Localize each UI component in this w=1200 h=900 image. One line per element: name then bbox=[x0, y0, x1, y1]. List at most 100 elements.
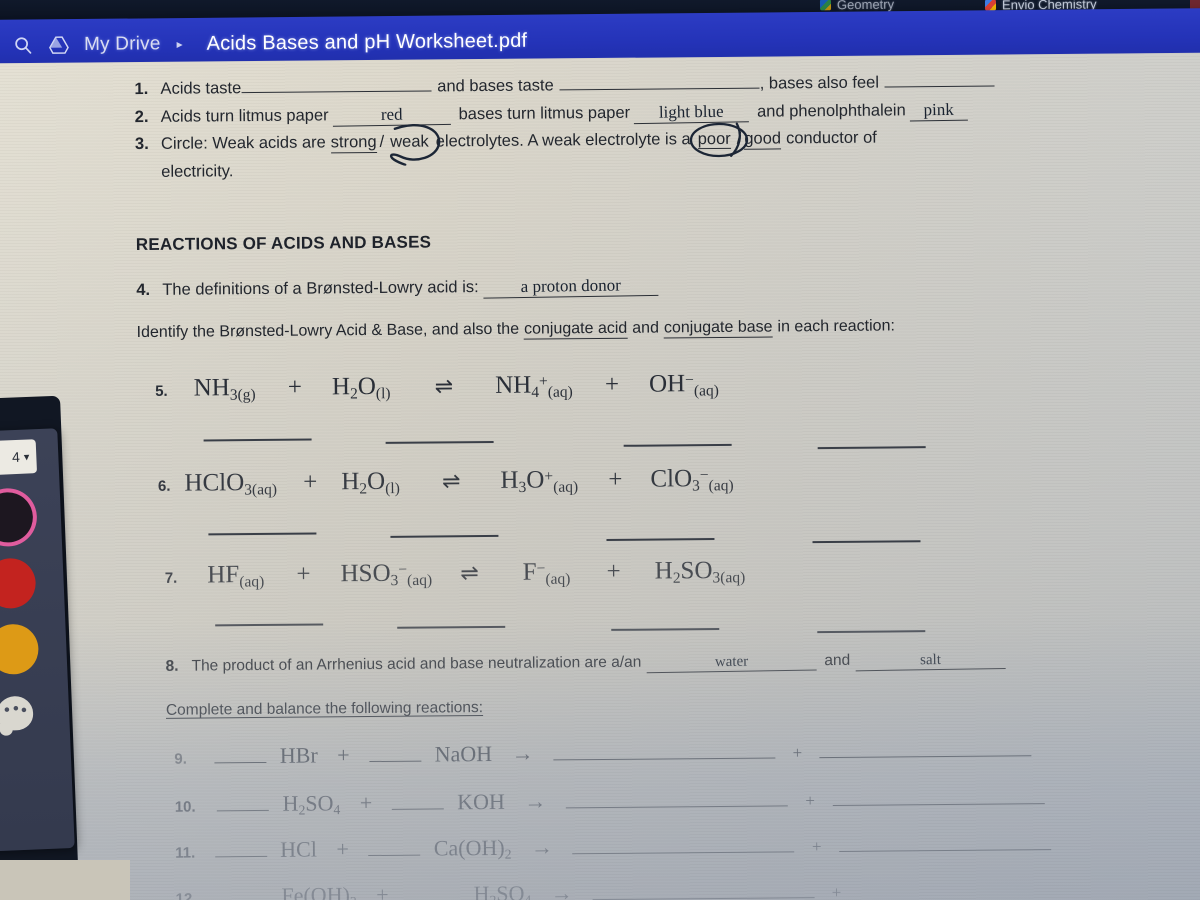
answer-blank[interactable] bbox=[611, 627, 720, 631]
underlined-conjugate-base: conjugate base bbox=[663, 318, 773, 339]
coefficient-blank[interactable] bbox=[215, 887, 268, 900]
answer-blank[interactable] bbox=[812, 540, 921, 543]
equation-product-2: OH−(aq) bbox=[649, 370, 719, 399]
coefficient-blank[interactable] bbox=[391, 794, 444, 810]
option-poor-circled[interactable]: poor bbox=[689, 122, 748, 158]
search-icon[interactable] bbox=[12, 34, 34, 56]
charge: − bbox=[685, 371, 694, 389]
product-blank[interactable] bbox=[572, 837, 795, 855]
yields-arrow-icon: → bbox=[524, 788, 547, 814]
coefficient-blank[interactable] bbox=[369, 746, 422, 763]
equation-number: 11. bbox=[175, 844, 196, 862]
worksheet-question-3: 3. Circle: Weak acids are strong / weak … bbox=[135, 122, 877, 166]
question-text: Acids turn litmus paper bbox=[160, 106, 329, 126]
equation-reactant-1: NH3(g) bbox=[172, 374, 262, 403]
formula-fe-oh-3: Fe(OH)3 bbox=[281, 882, 356, 900]
answer-blank[interactable] bbox=[385, 440, 494, 444]
handwritten-answer-water: water bbox=[646, 652, 817, 674]
question-text: conductor of bbox=[785, 128, 877, 148]
answer-blank[interactable] bbox=[215, 623, 324, 626]
slides-icon bbox=[819, 0, 832, 11]
question-number: 2. bbox=[134, 107, 149, 127]
equation-11: 11. HCl + Ca(OH)2 → + bbox=[175, 830, 1052, 865]
handwritten-answer-salt: salt bbox=[855, 650, 1006, 672]
handwritten-answer-proton-donor: a proton donor bbox=[483, 274, 659, 299]
product-blank[interactable] bbox=[819, 741, 1032, 759]
question-number: 8. bbox=[165, 657, 179, 675]
plus-sign: + bbox=[376, 881, 389, 900]
equation-product-1: F−(aq) bbox=[505, 558, 577, 588]
option-label: poor bbox=[697, 129, 731, 150]
option-weak-circled[interactable]: weak bbox=[387, 124, 441, 166]
coefficient-blank[interactable] bbox=[217, 795, 270, 812]
equation-reactant-2: H2O(l) bbox=[332, 373, 397, 403]
equation-product-1: H3O+(aq) bbox=[500, 466, 584, 497]
answer-blank[interactable] bbox=[884, 71, 995, 88]
eraser-icon[interactable] bbox=[0, 695, 34, 732]
formula: HClO bbox=[184, 469, 245, 497]
answer-blank[interactable] bbox=[208, 532, 317, 536]
yields-arrow-icon: → bbox=[550, 880, 573, 900]
product-blank[interactable] bbox=[838, 835, 1052, 852]
option-strong[interactable]: strong bbox=[330, 132, 377, 154]
equation-7: 7. HF(aq) + HSO3−(aq) ⇌ F−(aq) + H2SO3(a… bbox=[165, 557, 746, 592]
question-text: bases turn litmus paper bbox=[458, 103, 631, 124]
equation-number: 5. bbox=[155, 382, 168, 400]
breadcrumb-my-drive[interactable]: My Drive bbox=[84, 33, 161, 56]
answer-blank[interactable] bbox=[390, 534, 499, 538]
formula-h2so4: H2SO4 bbox=[282, 790, 341, 818]
plus-sign: + bbox=[805, 791, 816, 811]
google-drive-icon[interactable] bbox=[48, 34, 70, 56]
product-blank[interactable] bbox=[832, 789, 1045, 807]
plus-sign: + bbox=[792, 743, 803, 763]
formula: F bbox=[522, 558, 537, 586]
question-text: and phenolphthalein bbox=[757, 101, 906, 121]
equation-10: 10. H2SO4 + KOH → + bbox=[175, 784, 1045, 819]
section-heading-reactions: REACTIONS OF ACIDS AND BASES bbox=[135, 232, 432, 255]
answer-blank[interactable] bbox=[241, 76, 432, 94]
answer-blank[interactable] bbox=[623, 443, 732, 447]
product-blank[interactable] bbox=[592, 883, 815, 900]
yields-arrow-icon: → bbox=[530, 834, 554, 860]
question-text: The definitions of a Brønsted-Lowry acid… bbox=[162, 278, 479, 299]
equation-6: 6. HClO3(aq) + H2O(l) ⇌ H3O+(aq) + ClO3−… bbox=[158, 465, 734, 500]
answer-blank[interactable] bbox=[817, 630, 926, 633]
answer-blank[interactable] bbox=[397, 625, 506, 629]
equation-5: 5. NH3(g) + H2O(l) ⇌ NH4+(aq) + OH−(aq) bbox=[155, 370, 719, 405]
color-swatch-black[interactable] bbox=[0, 491, 34, 544]
plus-sign: + bbox=[604, 370, 620, 398]
coefficient-blank[interactable] bbox=[214, 747, 267, 764]
equation-product-2: H2SO3(aq) bbox=[655, 557, 746, 587]
plus-sign: + bbox=[606, 557, 621, 585]
question-text: The product of an Arrhenius acid and bas… bbox=[191, 653, 642, 675]
formula-koh: KOH bbox=[457, 788, 505, 815]
chevron-down-icon: ▾ bbox=[23, 450, 30, 464]
product-blank[interactable] bbox=[565, 791, 788, 809]
pen-size-value: 4 bbox=[11, 448, 21, 466]
identify-instruction: Identify the Brønsted-Lowry Acid & Base,… bbox=[137, 317, 895, 343]
product-blank[interactable] bbox=[553, 743, 776, 761]
coefficient-blank[interactable] bbox=[408, 886, 461, 900]
color-swatch-orange[interactable] bbox=[0, 623, 40, 676]
charge: − bbox=[699, 466, 709, 484]
answer-blank[interactable] bbox=[817, 446, 926, 449]
subscript: 3 bbox=[692, 477, 700, 495]
coefficient-blank[interactable] bbox=[368, 840, 421, 857]
equation-product-2: ClO3−(aq) bbox=[650, 465, 733, 495]
option-good[interactable]: good bbox=[744, 129, 782, 150]
answer-blank[interactable] bbox=[559, 73, 760, 91]
formula: NH bbox=[193, 374, 230, 402]
breadcrumb-separator-icon: ▸ bbox=[176, 37, 183, 52]
formula: O bbox=[366, 467, 386, 496]
equation-number: 7. bbox=[164, 569, 178, 587]
answer-blank[interactable] bbox=[203, 438, 312, 442]
option-label: weak bbox=[390, 132, 429, 151]
coefficient-blank[interactable] bbox=[214, 841, 267, 858]
screen-photo: Geometry Envio Chemistry My Drive ▸ Acid… bbox=[0, 0, 1200, 900]
equation-number: 6. bbox=[157, 477, 171, 495]
state: (l) bbox=[375, 385, 391, 403]
formula: H bbox=[341, 468, 360, 496]
pen-size-dropdown[interactable]: 4 ▾ bbox=[0, 439, 38, 476]
answer-blank[interactable] bbox=[606, 538, 715, 541]
color-swatch-red[interactable] bbox=[0, 557, 37, 610]
